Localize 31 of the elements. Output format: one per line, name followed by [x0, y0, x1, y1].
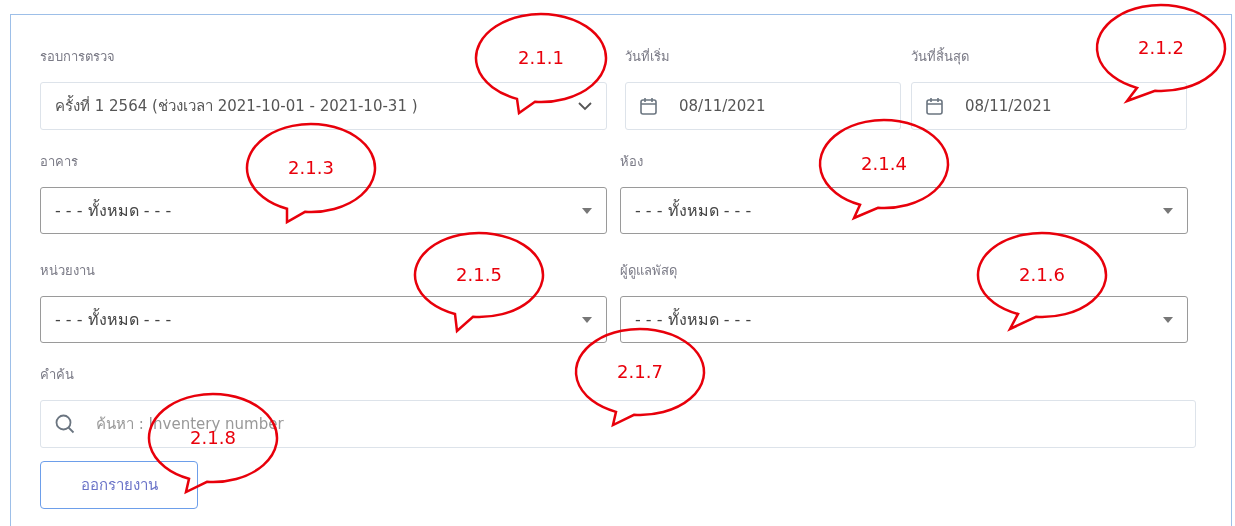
chevron-down-icon: [578, 101, 592, 111]
field-label: ผู้ดูแลพัสดุ: [620, 262, 677, 281]
callout-number: 2.1.5: [455, 263, 503, 287]
field-label: หน่วยงาน: [40, 262, 95, 280]
callout-number: 2.1.3: [287, 156, 335, 180]
field-label: วันที่สิ้นสุด: [911, 47, 969, 67]
period-select[interactable]: ครั้งที่ 1 2564 (ช่วงเวลา 2021-10-01 - 2021-10-31 ): [40, 82, 607, 130]
callout-number: 2.1.4: [860, 152, 908, 176]
caret-down-icon: [582, 207, 592, 214]
search-icon: [55, 414, 75, 434]
field-label: รอบการตรวจ: [40, 48, 115, 66]
caret-down-icon: [582, 316, 592, 323]
callout-number: 2.1.7: [616, 360, 664, 384]
callout-number: 2.1.6: [1018, 263, 1066, 287]
dropdown-select[interactable]: - - - ทั้งหมด - - -: [40, 296, 607, 343]
date-field[interactable]: 08/11/2021: [625, 82, 901, 130]
calendar-icon: [640, 97, 657, 115]
callout-number: 2.1.2: [1137, 36, 1185, 60]
dropdown-select[interactable]: - - - ทั้งหมด - - -: [620, 187, 1188, 234]
dropdown-select[interactable]: - - - ทั้งหมด - - -: [620, 296, 1188, 343]
field-label: วันที่เริ่ม: [625, 47, 670, 66]
field-label: อาคาร: [40, 153, 78, 171]
calendar-icon: [926, 97, 943, 115]
report-button[interactable]: ออกรายงาน: [40, 461, 198, 509]
caret-down-icon: [1163, 316, 1173, 323]
field-label: คำค้น: [40, 366, 74, 384]
caret-down-icon: [1163, 207, 1173, 214]
date-field[interactable]: 08/11/2021: [911, 82, 1187, 130]
callout-number: 2.1.1: [517, 46, 565, 70]
field-label: ห้อง: [620, 153, 643, 171]
dropdown-select[interactable]: - - - ทั้งหมด - - -: [40, 187, 607, 234]
